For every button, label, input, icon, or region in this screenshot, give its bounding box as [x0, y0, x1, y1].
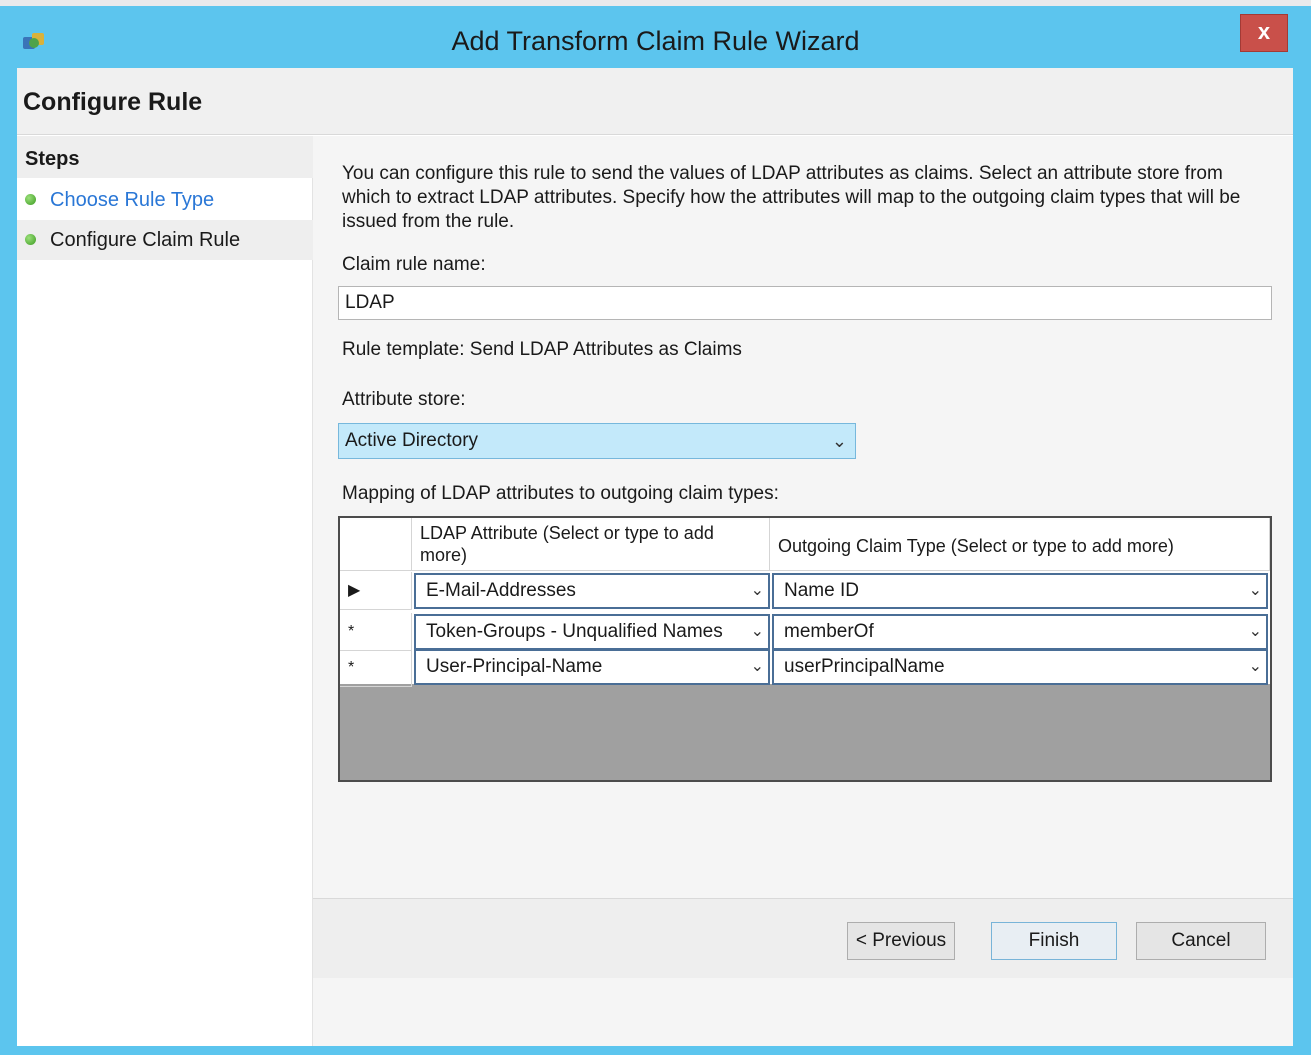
attribute-store-select[interactable]: Active Directory ⌄ — [338, 423, 856, 459]
outgoing-claim-type-select[interactable]: Name ID ⌄ — [772, 573, 1268, 609]
outgoing-claim-type-value: Name ID — [784, 580, 859, 601]
chevron-down-icon[interactable]: ⌄ — [1249, 575, 1262, 607]
close-icon: x — [1257, 19, 1271, 44]
step-complete-icon — [25, 194, 36, 205]
ldap-attribute-select[interactable]: Token-Groups - Unqualified Names ⌄ — [414, 614, 770, 650]
claim-rule-name-input[interactable]: LDAP — [338, 286, 1272, 320]
ldap-attribute-value: Token-Groups - Unqualified Names — [426, 621, 723, 642]
ldap-attribute-value: E-Mail-Addresses — [426, 580, 576, 601]
outgoing-claim-type-value: memberOf — [784, 621, 874, 642]
chevron-down-icon[interactable]: ⌄ — [832, 424, 847, 458]
row-pointer-icon[interactable]: ▶ — [340, 572, 412, 610]
wizard-client-area: Configure Rule Steps Choose Rule Type Co… — [17, 68, 1293, 1046]
mapping-grid: LDAP Attribute (Select or type to add mo… — [338, 516, 1272, 782]
step-configure-claim-rule: Configure Claim Rule — [17, 220, 313, 260]
grid-header-corner — [340, 518, 412, 571]
wizard-window: Add Transform Claim Rule Wizard x Config… — [0, 0, 1311, 1055]
attribute-store-value: Active Directory — [345, 430, 479, 451]
outgoing-claim-type-select[interactable]: memberOf ⌄ — [772, 614, 1268, 650]
outgoing-claim-type-select[interactable]: userPrincipalName ⌄ — [772, 649, 1268, 685]
outgoing-claim-type-value: userPrincipalName — [784, 656, 945, 677]
cancel-button[interactable]: Cancel — [1136, 922, 1266, 960]
steps-heading: Steps — [17, 136, 313, 178]
attribute-store-label: Attribute store: — [342, 389, 466, 410]
grid-header-outgoing-claim-type[interactable]: Outgoing Claim Type (Select or type to a… — [770, 518, 1270, 571]
step-label: Configure Claim Rule — [50, 229, 241, 251]
rule-template-text: Rule template: Send LDAP Attributes as C… — [342, 339, 742, 360]
new-row-marker[interactable]: * — [340, 613, 412, 651]
grid-rows-area: LDAP Attribute (Select or type to add mo… — [340, 518, 1270, 687]
chevron-down-icon[interactable]: ⌄ — [1249, 651, 1262, 683]
finish-button[interactable]: Finish — [991, 922, 1117, 960]
mapping-label: Mapping of LDAP attributes to outgoing c… — [342, 483, 779, 504]
window-title: Add Transform Claim Rule Wizard — [451, 26, 860, 56]
chevron-down-icon[interactable]: ⌄ — [1249, 616, 1262, 648]
previous-button[interactable]: < Previous — [847, 922, 955, 960]
chevron-down-icon[interactable]: ⌄ — [751, 616, 764, 648]
title-bar[interactable]: Add Transform Claim Rule Wizard x — [0, 6, 1311, 68]
steps-sidebar: Steps Choose Rule Type Configure Claim R… — [17, 136, 313, 1046]
ldap-attribute-select[interactable]: E-Mail-Addresses ⌄ — [414, 573, 770, 609]
button-bar: < Previous Finish Cancel — [313, 898, 1293, 978]
ldap-attribute-value: User-Principal-Name — [426, 656, 603, 677]
step-complete-icon — [25, 234, 36, 245]
chevron-down-icon[interactable]: ⌄ — [751, 651, 764, 683]
ldap-attribute-select[interactable]: User-Principal-Name ⌄ — [414, 649, 770, 685]
step-label: Choose Rule Type — [50, 189, 215, 211]
chevron-down-icon[interactable]: ⌄ — [751, 575, 764, 607]
grid-header-ldap-attribute[interactable]: LDAP Attribute (Select or type to add mo… — [412, 518, 770, 571]
rule-description: You can configure this rule to send the … — [342, 163, 1241, 232]
claim-rule-name-label: Claim rule name: — [342, 254, 486, 275]
step-choose-rule-type[interactable]: Choose Rule Type — [17, 180, 313, 220]
page-header: Configure Rule — [17, 68, 1293, 135]
close-button[interactable]: x — [1240, 14, 1288, 52]
new-row-marker[interactable]: * — [340, 649, 412, 687]
page-title: Configure Rule — [23, 88, 203, 116]
